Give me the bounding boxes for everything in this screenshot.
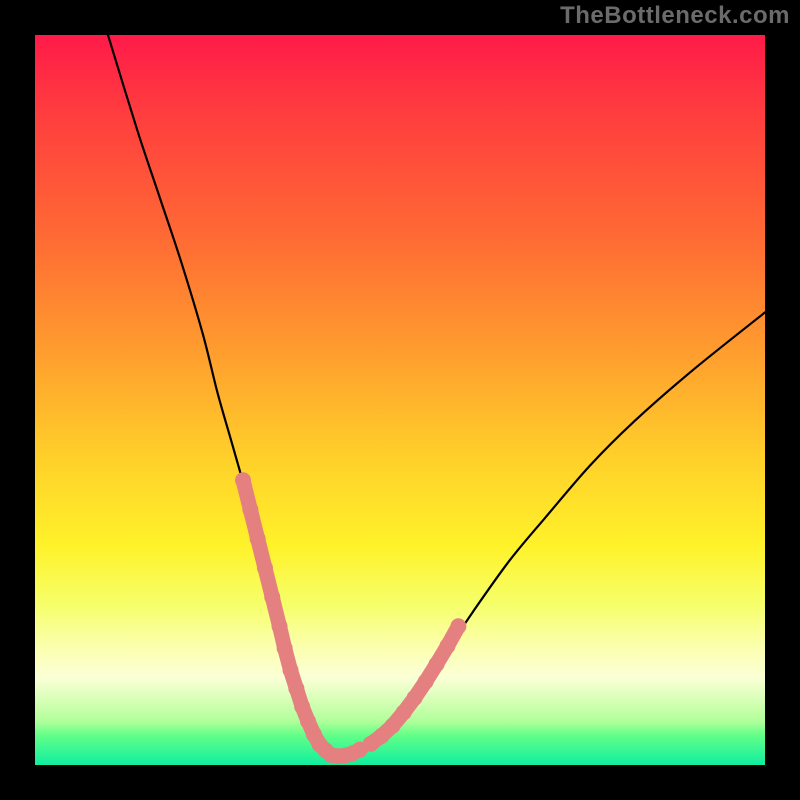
plot-area — [35, 35, 765, 765]
curve-svg — [35, 35, 765, 765]
marker-dot — [235, 472, 251, 488]
marker-dot — [264, 589, 280, 605]
curve-markers — [235, 472, 466, 764]
marker-dot — [450, 618, 466, 634]
marker-segment — [243, 480, 325, 750]
bottleneck-curve — [108, 35, 765, 757]
marker-dot — [429, 656, 445, 672]
watermark-text: TheBottleneck.com — [560, 2, 790, 30]
marker-dot — [418, 674, 434, 690]
marker-dot — [277, 640, 293, 656]
marker-dot — [407, 690, 423, 706]
marker-dot — [272, 618, 288, 634]
marker-dot — [439, 638, 455, 654]
marker-dot — [288, 680, 304, 696]
marker-dot — [257, 560, 273, 576]
marker-dot — [385, 718, 401, 734]
chart-container: TheBottleneck.com — [0, 0, 800, 800]
marker-dot — [242, 502, 258, 518]
marker-dot — [283, 662, 299, 678]
marker-dot — [396, 704, 412, 720]
marker-dot — [294, 699, 310, 715]
marker-dot — [250, 531, 266, 547]
